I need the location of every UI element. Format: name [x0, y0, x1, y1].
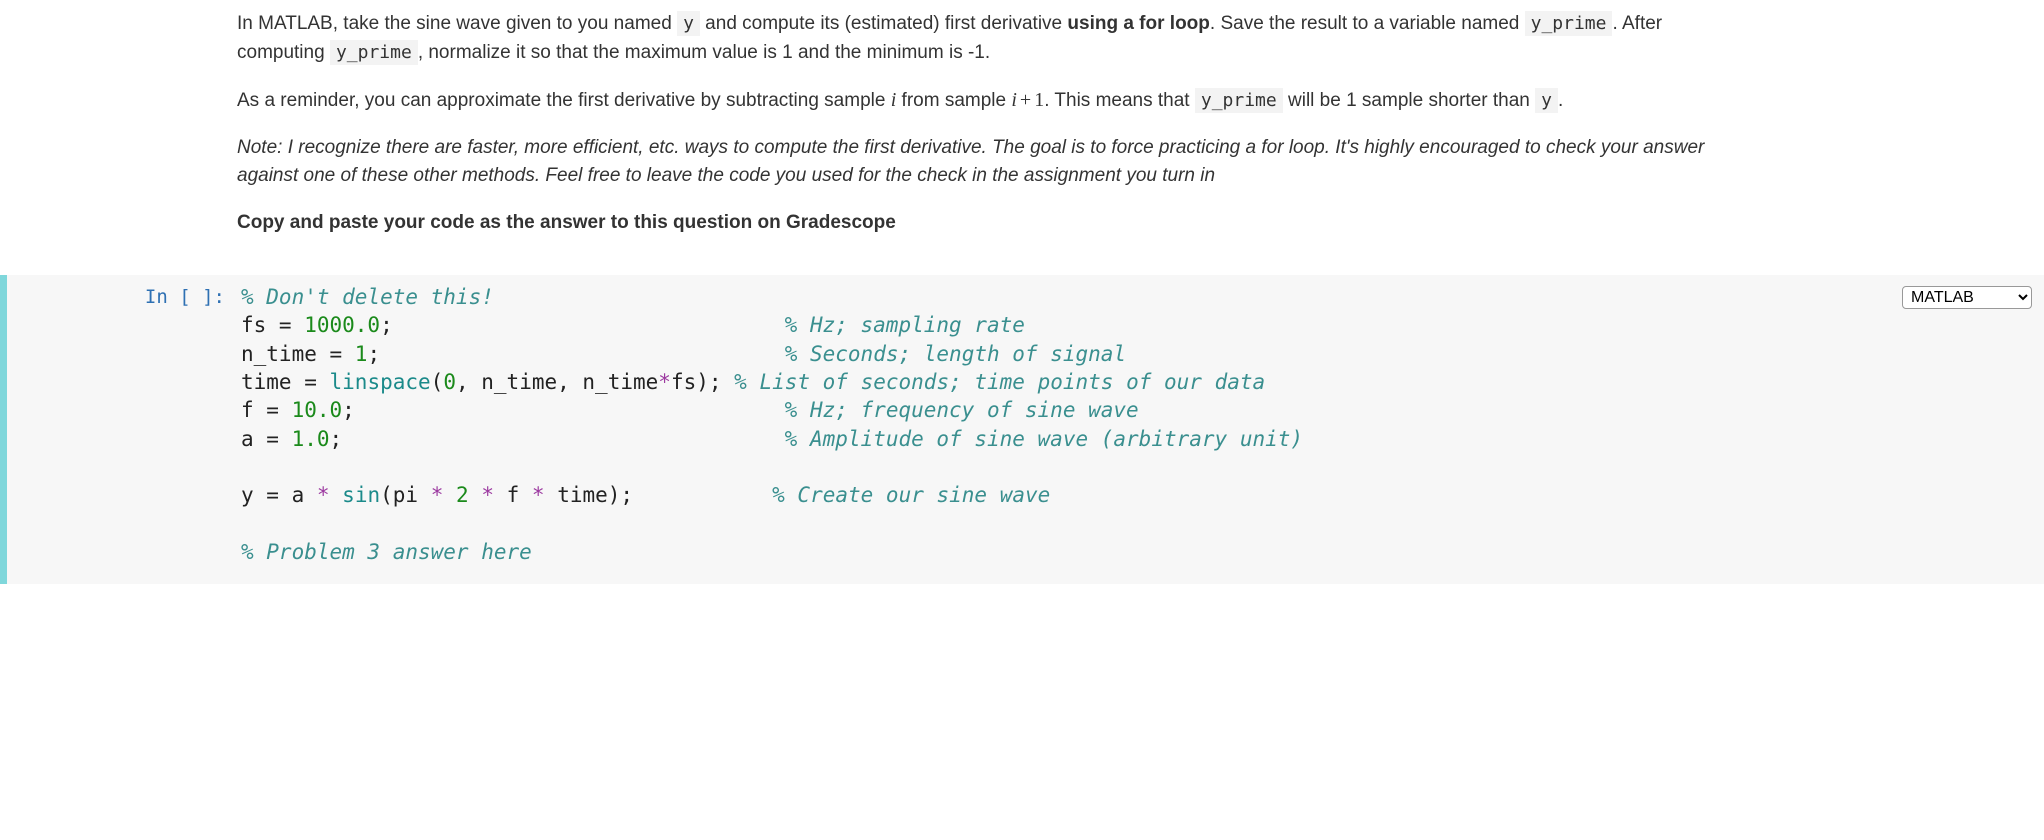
bold-text: using a for loop — [1067, 13, 1210, 34]
text: and compute its (estimated) first deriva… — [700, 13, 1067, 34]
code-text: time); — [545, 483, 773, 507]
cell-prompt-label: In [ ]: — [145, 283, 225, 312]
code-operator: * — [532, 483, 545, 507]
code-text: fs); — [671, 370, 734, 394]
code-number: 1000.0 — [304, 313, 380, 337]
code-text: ( — [431, 370, 444, 394]
code-comment: % Hz; frequency of sine wave — [785, 398, 1139, 422]
code-comment: % Don't delete this! — [241, 285, 494, 309]
text: . — [1558, 90, 1563, 111]
code-text — [469, 483, 482, 507]
kernel-dropdown[interactable]: MATLAB — [1902, 286, 2032, 309]
code-text: ; — [330, 427, 785, 451]
code-number: 2 — [456, 483, 469, 507]
code-text — [443, 483, 456, 507]
text: . This means that — [1044, 90, 1195, 111]
code-comment: % Amplitude of sine wave (arbitrary unit… — [785, 427, 1303, 451]
code-function: linspace — [330, 370, 431, 394]
code-editor[interactable]: MATLAB% Don't delete this! fs = 1000.0; … — [237, 275, 2044, 584]
code-text: ; — [367, 342, 784, 366]
math-plus: + — [1017, 89, 1034, 111]
code-operator: * — [317, 483, 330, 507]
paragraph-2: As a reminder, you can approximate the f… — [237, 85, 1750, 116]
cell-prompt-area: In [ ]: — [7, 275, 237, 584]
code-text: ; — [342, 398, 785, 422]
code-comment: % Create our sine wave — [772, 483, 1050, 507]
code-number: 0 — [443, 370, 456, 394]
code-operator: * — [481, 483, 494, 507]
kernel-selector[interactable]: MATLAB — [1902, 281, 2032, 309]
code-text: a = — [241, 427, 292, 451]
text: As a reminder, you can approximate the f… — [237, 90, 891, 111]
code-text: fs = — [241, 313, 304, 337]
code-text: (pi — [380, 483, 431, 507]
code-cell[interactable]: In [ ]: MATLAB% Don't delete this! fs = … — [0, 275, 2044, 584]
bold-instruction: Copy and paste your code as the answer t… — [237, 212, 896, 233]
math-number: 1 — [1034, 89, 1044, 111]
code-operator: * — [431, 483, 444, 507]
page-container: In MATLAB, take the sine wave given to y… — [0, 0, 2044, 584]
paragraph-3-note: Note: I recognize there are faster, more… — [237, 134, 1750, 191]
text: , normalize it so that the maximum value… — [418, 42, 990, 63]
inline-code-yprime: y_prime — [1525, 11, 1613, 36]
problem-description: In MATLAB, take the sine wave given to y… — [0, 0, 1750, 275]
code-comment: % Hz; sampling rate — [785, 313, 1025, 337]
code-text: f — [494, 483, 532, 507]
inline-code-yprime: y_prime — [330, 40, 418, 65]
code-text: n_time = — [241, 342, 355, 366]
code-text: time = — [241, 370, 330, 394]
italic-note: Note: I recognize there are faster, more… — [237, 137, 1704, 187]
code-text — [330, 483, 343, 507]
code-text: y = a — [241, 483, 317, 507]
code-comment: % Seconds; length of signal — [785, 342, 1126, 366]
code-text: ; — [380, 313, 785, 337]
code-number: 1 — [355, 342, 368, 366]
inline-code-yprime: y_prime — [1195, 88, 1283, 113]
code-text: f = — [241, 398, 292, 422]
inline-code-y: y — [677, 11, 700, 36]
text: from sample — [896, 90, 1011, 111]
code-comment: % Problem 3 answer here — [241, 540, 532, 564]
text: In MATLAB, take the sine wave given to y… — [237, 13, 677, 34]
code-text: , n_time, n_time — [456, 370, 658, 394]
text: . Save the result to a variable named — [1210, 13, 1525, 34]
code-comment: % List of seconds; time points of our da… — [734, 370, 1265, 394]
code-operator: * — [658, 370, 671, 394]
text: will be 1 sample shorter than — [1283, 90, 1535, 111]
inline-code-y: y — [1535, 88, 1558, 113]
code-function: sin — [342, 483, 380, 507]
code-number: 10.0 — [292, 398, 343, 422]
paragraph-4-instruction: Copy and paste your code as the answer t… — [237, 209, 1750, 238]
paragraph-1: In MATLAB, take the sine wave given to y… — [237, 10, 1750, 67]
code-number: 1.0 — [292, 427, 330, 451]
